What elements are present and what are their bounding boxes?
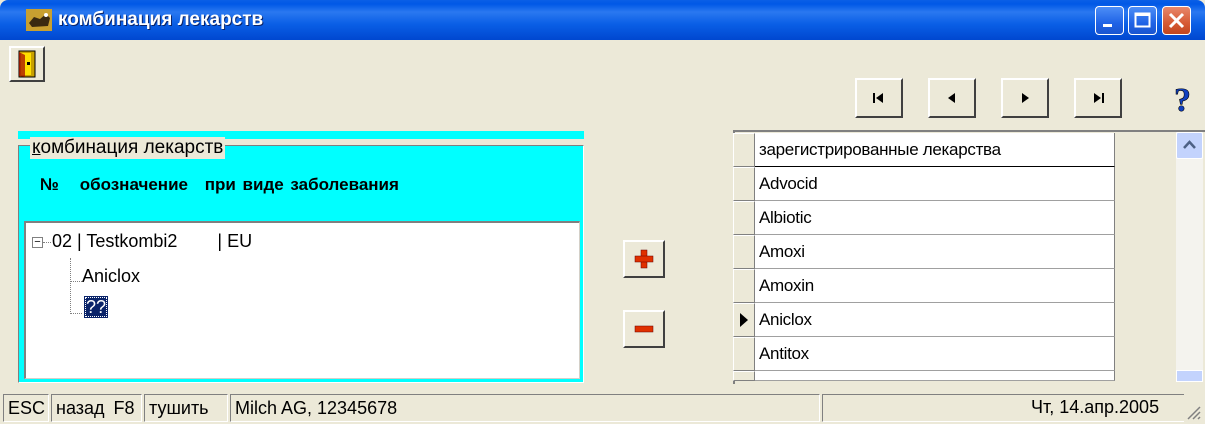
status-esc-label[interactable]: назад F8 <box>51 394 142 422</box>
status-customer: Milch AG, 12345678 <box>230 394 820 422</box>
exit-button[interactable] <box>9 46 45 82</box>
status-esc-key: ESC <box>3 394 49 422</box>
window-title: комбинация лекарств <box>58 9 264 30</box>
vertical-scrollbar[interactable] <box>1176 132 1203 382</box>
grid-cell[interactable]: Advocid <box>755 167 1115 201</box>
collapse-icon[interactable]: − <box>32 237 43 248</box>
grid-cell[interactable]: Antitox <box>755 337 1115 371</box>
tree-node-selected[interactable]: ?? <box>84 296 108 318</box>
tree-connector <box>70 313 82 314</box>
tree-connector <box>43 242 51 243</box>
chevron-up-icon <box>1183 140 1196 149</box>
status-date: Чт, 14.апр.2005 <box>1031 397 1160 417</box>
main-window: комбинация лекарств ? комбинация лекарст… <box>0 0 1205 424</box>
grid-row[interactable]: Aniclox <box>733 303 1117 337</box>
grid-cell[interactable]: Amoxi <box>755 235 1115 269</box>
last-record-button[interactable] <box>1074 78 1122 118</box>
header-designation: обозначение <box>79 175 188 194</box>
prior-record-icon <box>948 93 955 103</box>
current-row-icon <box>740 313 748 327</box>
status-f8-key: F8 <box>113 398 135 418</box>
help-icon: ? <box>1174 82 1192 120</box>
grid-cell[interactable]: Albiotic <box>755 201 1115 235</box>
tree-connector <box>70 258 71 314</box>
svg-text:?: ? <box>1174 82 1191 118</box>
row-indicator[interactable] <box>733 269 755 303</box>
grid-row[interactable]: Advocid <box>733 167 1117 201</box>
grid-cell-empty <box>755 371 1115 381</box>
first-record-button[interactable] <box>855 78 903 118</box>
first-record-icon <box>873 93 883 103</box>
minimize-button[interactable] <box>1095 6 1124 35</box>
row-indicator[interactable] <box>733 337 755 371</box>
maximize-icon <box>1134 12 1151 28</box>
title-bar[interactable]: комбинация лекарств <box>0 0 1205 40</box>
add-button[interactable] <box>623 240 665 278</box>
scroll-up-button[interactable] <box>1176 132 1203 159</box>
row-indicator[interactable] <box>733 235 755 269</box>
app-icon <box>26 9 52 31</box>
row-indicator <box>733 371 755 381</box>
help-button[interactable]: ? <box>1164 78 1200 120</box>
resize-grip-icon[interactable] <box>1184 403 1202 421</box>
remove-button[interactable] <box>623 310 665 348</box>
grid-row[interactable]: Albiotic <box>733 201 1117 235</box>
grid-row-partial <box>733 371 1117 381</box>
row-indicator[interactable] <box>733 303 755 337</box>
row-indicator[interactable] <box>733 201 755 235</box>
tree-node-root[interactable]: 02 | Testkombi2 | EU <box>52 231 252 252</box>
grid-header-row[interactable]: зарегистрированные лекарства <box>733 133 1117 167</box>
grid-cell[interactable]: Aniclox <box>755 303 1115 337</box>
close-button[interactable] <box>1162 6 1191 35</box>
grid-column-header[interactable]: зарегистрированные лекарства <box>755 133 1115 167</box>
next-record-button[interactable] <box>1001 78 1049 118</box>
header-number: № <box>40 175 59 194</box>
tree-connector <box>70 281 82 282</box>
column-header-row: № обозначение при виде заболевания <box>40 175 413 195</box>
plus-icon <box>634 249 654 269</box>
next-record-icon <box>1022 93 1029 103</box>
maximize-button[interactable] <box>1128 6 1157 35</box>
grid-row[interactable]: Antitox <box>733 337 1117 371</box>
header-disease: при виде заболевания <box>204 175 399 194</box>
prior-record-button[interactable] <box>928 78 976 118</box>
row-indicator[interactable] <box>733 133 755 167</box>
close-icon <box>1168 12 1185 29</box>
grid-row[interactable]: Amoxi <box>733 235 1117 269</box>
scroll-down-button[interactable] <box>1176 370 1203 382</box>
row-indicator[interactable] <box>733 167 755 201</box>
group-title: комбинация лекарств <box>30 137 226 159</box>
minus-icon <box>634 325 654 333</box>
grid-cell[interactable]: Amoxin <box>755 269 1115 303</box>
tree-node-aniclox[interactable]: Aniclox <box>82 266 140 287</box>
last-record-icon <box>1094 93 1104 103</box>
grid-row[interactable]: Amoxin <box>733 269 1117 303</box>
minimize-icon <box>1103 24 1112 27</box>
status-f8-label[interactable]: тушить <box>144 394 228 422</box>
door-exit-icon <box>18 50 36 78</box>
